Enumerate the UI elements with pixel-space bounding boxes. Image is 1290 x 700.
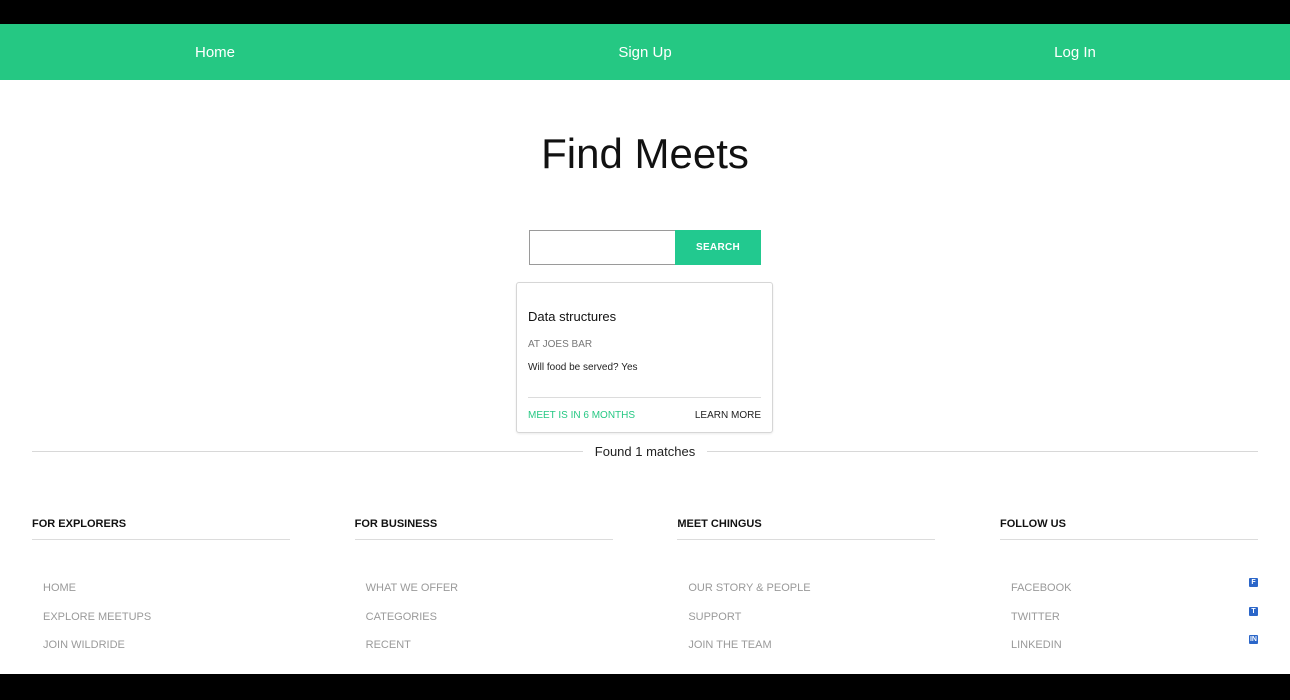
footer-heading-business: FOR BUSINESS	[354, 517, 613, 540]
meet-card-venue: AT JOES BAR	[528, 339, 593, 350]
facebook-icon[interactable]: f	[1248, 578, 1258, 587]
meet-card-divider	[528, 397, 761, 398]
search-bar: SEARCH	[0, 230, 1290, 265]
meet-card-when: MEET IS IN 6 MONTHS	[528, 410, 636, 421]
results-divider-left	[32, 451, 583, 452]
footer-link-twitter-label: TWITTER	[1010, 610, 1060, 623]
linkedin-icon[interactable]: in	[1248, 635, 1258, 644]
nav-signup-link[interactable]: Sign Up	[430, 44, 860, 61]
footer-col-follow: FOLLOW US FACEBOOK f TWITTER t LINKEDIN …	[999, 517, 1258, 668]
footer-link-join-wildride[interactable]: JOIN WILDRIDE	[43, 639, 290, 668]
footer-link-what-we-offer[interactable]: WHAT WE OFFER	[366, 582, 613, 611]
nav-home-link[interactable]: Home	[0, 44, 430, 61]
search-input[interactable]	[529, 230, 675, 265]
footer-link-facebook[interactable]: FACEBOOK f	[1010, 578, 1258, 611]
meet-card-title: Data structures	[528, 309, 617, 324]
footer-col-explorers: FOR EXPLORERS HOME EXPLORE MEETUPS JOIN …	[32, 517, 290, 668]
results-count: Found 1 matches	[594, 444, 696, 459]
page: Home Sign Up Log In Find Meets SEARCH Da…	[0, 24, 1290, 674]
footer-link-facebook-label: FACEBOOK	[1010, 582, 1072, 594]
page-title: Find Meets	[541, 130, 749, 177]
footer-link-join-team[interactable]: JOIN THE TEAM	[688, 639, 935, 668]
nav-login-link[interactable]: Log In	[860, 44, 1290, 61]
footer-link-recent[interactable]: RECENT	[366, 639, 613, 668]
twitter-icon[interactable]: t	[1248, 606, 1258, 616]
footer-link-linkedin-label: LINKEDIN	[1010, 639, 1062, 651]
learn-more-link[interactable]: LEARN MORE	[695, 410, 761, 421]
results-divider-right	[707, 451, 1259, 452]
top-navbar: Home Sign Up Log In	[0, 24, 1290, 80]
results-count-divider: Found 1 matches	[32, 444, 1259, 459]
footer-link-home[interactable]: HOME	[43, 582, 290, 611]
footer-heading-explorers: FOR EXPLORERS	[32, 517, 290, 540]
footer-link-explore-meetups[interactable]: EXPLORE MEETUPS	[43, 611, 290, 640]
footer-link-categories[interactable]: CATEGORIES	[366, 611, 613, 640]
footer: FOR EXPLORERS HOME EXPLORE MEETUPS JOIN …	[32, 517, 1258, 668]
footer-link-linkedin[interactable]: LINKEDIN in	[1010, 635, 1258, 668]
footer-heading-chingus: MEET CHINGUS	[677, 517, 936, 540]
meet-card-food: Will food be served? Yes	[528, 362, 638, 373]
footer-link-our-story[interactable]: OUR STORY & PEOPLE	[688, 582, 935, 611]
meet-card: Data structures AT JOES BAR Will food be…	[516, 282, 773, 433]
footer-heading-follow: FOLLOW US	[999, 517, 1258, 540]
search-button[interactable]: SEARCH	[675, 230, 761, 265]
footer-col-business: FOR BUSINESS WHAT WE OFFER CATEGORIES RE…	[354, 517, 613, 668]
footer-link-support[interactable]: SUPPORT	[688, 611, 935, 640]
footer-link-twitter[interactable]: TWITTER t	[1010, 606, 1258, 640]
footer-col-chingus: MEET CHINGUS OUR STORY & PEOPLE SUPPORT …	[677, 517, 936, 668]
